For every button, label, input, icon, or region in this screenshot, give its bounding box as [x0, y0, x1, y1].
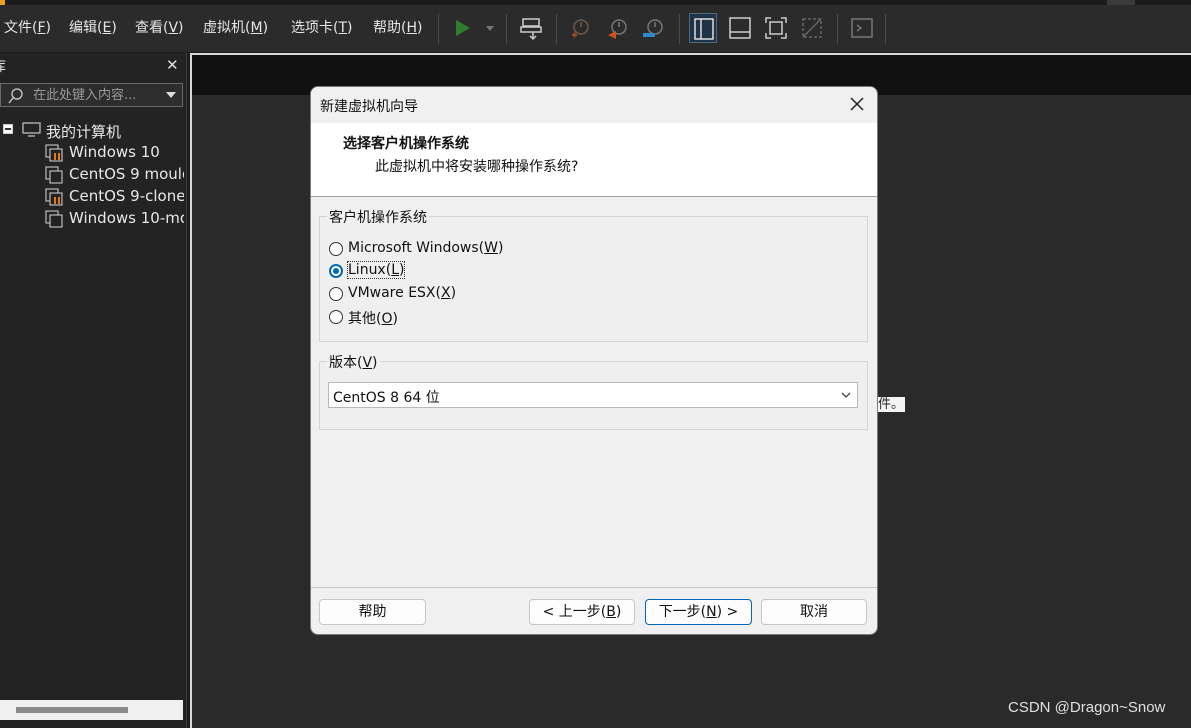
toolbar-separator	[556, 14, 557, 44]
radio-linux[interactable]	[329, 264, 343, 278]
play-dropdown-icon[interactable]	[476, 13, 496, 43]
play-icon[interactable]	[450, 13, 478, 43]
menu-edit[interactable]: 编辑(E)	[69, 17, 117, 37]
version-group-label: 版本(V)	[327, 352, 380, 372]
obscured-text: 件。	[878, 397, 905, 412]
toolbar-separator	[885, 14, 886, 44]
snapshot-icon[interactable]	[566, 13, 594, 43]
full-screen-icon[interactable]	[762, 13, 790, 43]
toolbar-separator	[679, 14, 680, 44]
radio-label[interactable]: Microsoft Windows(W)	[348, 240, 503, 256]
library-search-box[interactable]	[0, 83, 183, 107]
console-icon[interactable]	[848, 13, 876, 43]
back-button[interactable]: < 上一步(B)	[529, 599, 635, 625]
menu-file[interactable]: 文件(F)	[4, 17, 51, 37]
library-close-icon[interactable]: ✕	[166, 56, 179, 74]
tree-vm-item[interactable]: Windows 10	[69, 143, 160, 161]
guest-os-group-label: 客户机操作系统	[327, 207, 429, 227]
radio-other[interactable]	[329, 310, 343, 324]
version-select[interactable]: CentOS 8 64 位	[328, 382, 858, 408]
tree-vm-item[interactable]: Windows 10-mo	[69, 209, 184, 227]
vm-clone-icon	[45, 210, 63, 228]
guest-os-group	[319, 216, 868, 342]
menu-vm[interactable]: 虚拟机(M)	[203, 17, 268, 37]
tree-root-my-computer[interactable]: 我的计算机	[46, 121, 121, 142]
watermark: CSDN @Dragon~Snow	[1008, 699, 1166, 716]
collapse-toggle-icon[interactable]	[3, 124, 13, 134]
menu-view[interactable]: 查看(V)	[135, 17, 184, 37]
revert-snapshot-icon[interactable]	[604, 13, 632, 43]
toolbar-separator	[837, 14, 838, 44]
chevron-down-icon	[841, 392, 851, 398]
scrollbar-thumb[interactable]	[16, 707, 128, 713]
page-title: 选择客户机操作系统	[343, 136, 469, 152]
vm-running-icon	[45, 144, 63, 162]
library-title: 库	[0, 56, 6, 76]
version-select-value: CentOS 8 64 位	[333, 390, 440, 406]
chevron-down-icon[interactable]	[165, 90, 177, 100]
show-library-icon[interactable]	[689, 13, 717, 43]
menu-tabs[interactable]: 选项卡(T)	[291, 17, 353, 37]
menu-help[interactable]: 帮助(H)	[373, 17, 422, 37]
help-button[interactable]: 帮助	[319, 599, 426, 625]
tree-vm-item[interactable]: CentOS 9-clone	[69, 187, 184, 205]
vm-icon	[45, 166, 63, 184]
cancel-button[interactable]: 取消	[761, 599, 867, 625]
close-icon[interactable]	[850, 97, 864, 111]
vm-running-icon	[45, 188, 63, 206]
radio-microsoft-windows[interactable]	[329, 242, 343, 256]
new-vm-wizard-dialog: 新建虚拟机向导 选择客户机操作系统 此虚拟机中将安装哪种操作系统? 客户机操作系…	[310, 86, 878, 635]
search-icon	[8, 88, 23, 104]
title-strip	[0, 0, 1191, 5]
radio-vmware-esx[interactable]	[329, 287, 343, 301]
unity-icon[interactable]	[798, 13, 826, 43]
tree-vm-item[interactable]: CentOS 9 mould	[69, 165, 184, 183]
next-button[interactable]: 下一步(N) >	[645, 599, 752, 625]
radio-label[interactable]: VMware ESX(X)	[348, 285, 456, 301]
dialog-title: 新建虚拟机向导	[320, 99, 418, 115]
send-ctrl-alt-del-icon[interactable]	[518, 13, 546, 43]
radio-label[interactable]: Linux(L)	[346, 261, 406, 279]
radio-label[interactable]: 其他(O)	[348, 308, 398, 328]
toolbar-separator	[438, 14, 439, 44]
computer-icon	[22, 122, 41, 137]
snapshot-manager-icon[interactable]	[640, 13, 668, 43]
page-subtitle: 此虚拟机中将安装哪种操作系统?	[375, 159, 579, 175]
footer-divider	[311, 587, 877, 588]
thumbnail-bar-icon[interactable]	[726, 13, 754, 43]
toolbar-separator	[506, 14, 507, 44]
library-horizontal-scrollbar[interactable]	[0, 700, 183, 720]
library-search-input[interactable]	[33, 86, 153, 104]
